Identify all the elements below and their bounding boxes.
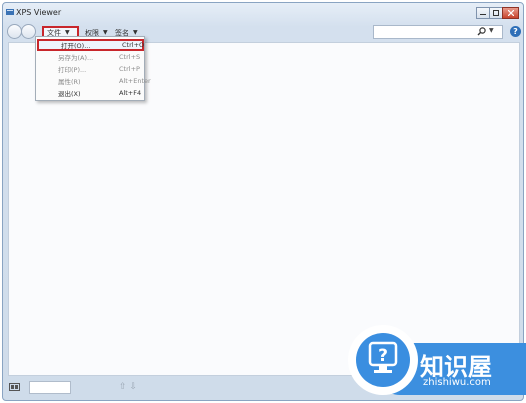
- chevron-down-icon: ▼: [65, 29, 70, 36]
- forward-button[interactable]: [21, 24, 36, 39]
- arrow-down-icon[interactable]: ⇩: [130, 382, 141, 392]
- page-layout-icon[interactable]: [9, 383, 20, 391]
- menu-item-properties[interactable]: 属性(R) Alt+Enter: [36, 75, 151, 87]
- menu-item-label: 属性(R): [58, 78, 81, 86]
- menu-item-label: 退出(X): [58, 90, 81, 98]
- window-title: XPS Viewer: [16, 8, 62, 17]
- close-icon: [507, 10, 514, 16]
- menu-item-open[interactable]: 打开(O)... Ctrl+O: [37, 39, 144, 51]
- chevron-down-icon: ▼: [133, 29, 138, 36]
- minimize-icon: [480, 14, 486, 15]
- maximize-icon: [493, 10, 499, 16]
- menu-item-exit[interactable]: 退出(X) Alt+F4: [36, 87, 144, 99]
- watermark-url: zhishiwu.com: [423, 377, 491, 388]
- menu-item-label: 打印(P)...: [58, 66, 87, 74]
- help-icon[interactable]: ?: [510, 26, 521, 37]
- file-dropdown-menu: 打开(O)... Ctrl+O 另存为(A)... Ctrl+S 打印(P)..…: [35, 36, 151, 101]
- window-controls: [476, 7, 519, 19]
- minimize-button[interactable]: [476, 7, 490, 19]
- watermark-logo: ? 知识屋 zhishiwu.com: [344, 325, 526, 403]
- menu-item-label: 另存为(A)...: [58, 54, 94, 62]
- svg-text:?: ?: [378, 346, 388, 366]
- search-options-chevron-icon[interactable]: ▼: [489, 27, 494, 34]
- monitor-question-icon: ?: [368, 341, 398, 373]
- menu-item-shortcut: Ctrl+P: [119, 65, 140, 73]
- chevron-down-icon: ▼: [103, 29, 108, 36]
- menu-item-print[interactable]: 打印(P)... Ctrl+P: [36, 63, 144, 75]
- arrow-up-icon[interactable]: ⇧: [119, 382, 130, 392]
- back-button[interactable]: [7, 24, 22, 39]
- page-number-field[interactable]: [29, 381, 71, 394]
- search-icon[interactable]: [477, 27, 486, 36]
- title-bar: XPS Viewer: [3, 3, 523, 23]
- menu-item-shortcut: Ctrl+O: [122, 41, 145, 49]
- xps-app-icon: [6, 9, 14, 15]
- page-nav-arrows[interactable]: ⇧⇩: [119, 382, 140, 392]
- menu-item-save-as[interactable]: 另存为(A)... Ctrl+S: [36, 51, 144, 63]
- close-button[interactable]: [502, 7, 519, 19]
- menu-item-shortcut: Alt+F4: [119, 89, 142, 97]
- menu-item-label: 打开(O)...: [61, 42, 91, 50]
- menu-item-shortcut: Alt+Enter: [119, 77, 151, 85]
- menu-item-shortcut: Ctrl+S: [119, 53, 141, 61]
- maximize-button[interactable]: [489, 7, 503, 19]
